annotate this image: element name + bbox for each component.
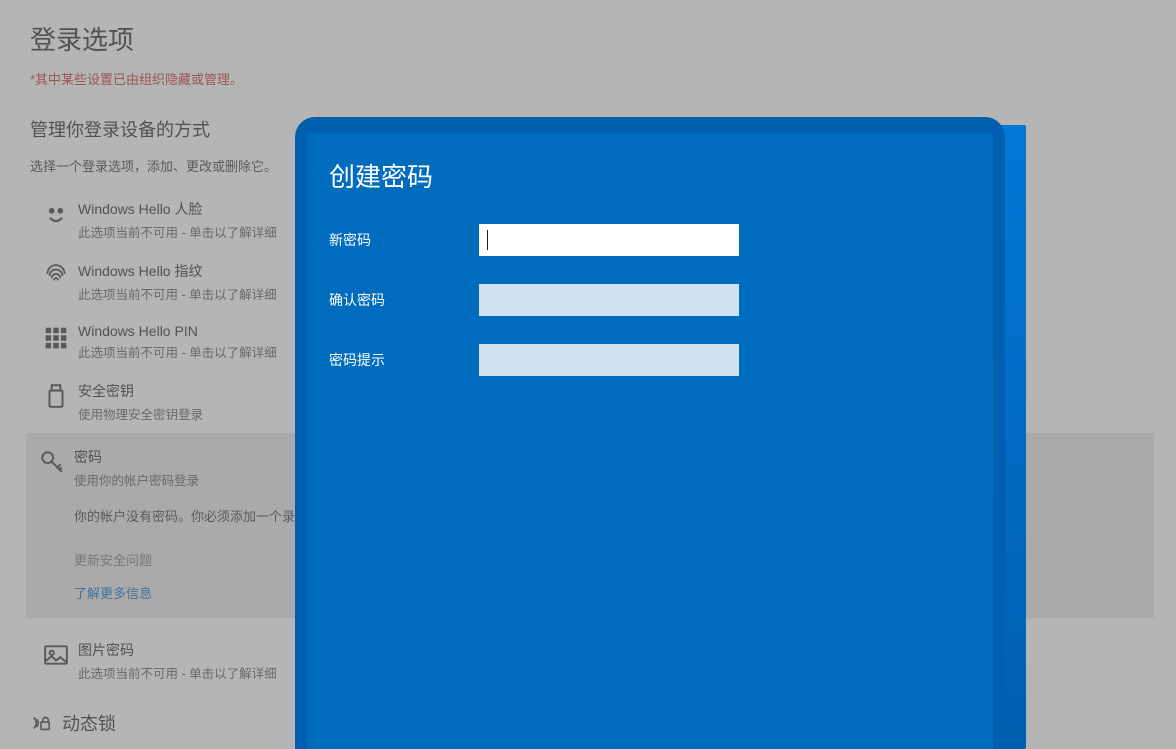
dialog-title: 创建密码 <box>329 157 971 194</box>
password-hint-row: 密码提示 <box>329 344 971 376</box>
create-password-dialog: 创建密码 新密码 确认密码 密码提示 <box>295 117 1005 749</box>
new-password-input[interactable] <box>479 224 739 256</box>
confirm-password-row: 确认密码 <box>329 284 971 316</box>
new-password-label: 新密码 <box>329 230 479 250</box>
confirm-password-input[interactable] <box>479 284 739 316</box>
confirm-password-label: 确认密码 <box>329 290 479 310</box>
text-cursor <box>487 230 488 250</box>
password-hint-label: 密码提示 <box>329 350 479 370</box>
new-password-row: 新密码 <box>329 224 971 256</box>
password-hint-input[interactable] <box>479 344 739 376</box>
